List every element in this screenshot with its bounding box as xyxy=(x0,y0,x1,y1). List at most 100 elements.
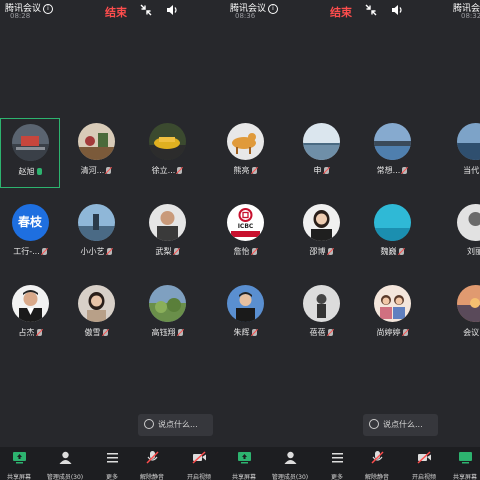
participant-tile[interactable]: 常想... xyxy=(362,118,422,188)
info-icon[interactable]: i xyxy=(43,4,54,14)
participant-name: 占杰 xyxy=(18,328,35,337)
unmute-icon xyxy=(145,451,159,464)
mic-icon xyxy=(398,248,404,255)
avatar xyxy=(456,204,480,241)
participant-tile[interactable]: 申 xyxy=(291,118,351,188)
mic-icon xyxy=(327,329,333,336)
top-bar: 腾讯会议 i 08:28 结束 xyxy=(0,0,225,24)
video-off-icon xyxy=(416,451,431,464)
smile-icon xyxy=(144,419,154,429)
participant-name: 工行-... xyxy=(13,247,40,256)
start-video-button[interactable]: 开启视频 xyxy=(180,450,218,480)
participant-tile[interactable]: 当代... xyxy=(450,118,480,188)
participant-name: 高钰翔 xyxy=(151,328,176,337)
participant-tile[interactable]: 熊亮 xyxy=(225,118,275,188)
participant-name: 常想... xyxy=(376,166,401,175)
mic-icon xyxy=(36,329,42,336)
volume-icon[interactable] xyxy=(165,3,179,17)
manage-members-button[interactable]: 管理成员(30) xyxy=(271,450,309,480)
share-screen-button[interactable]: 共享屏幕 xyxy=(225,450,263,480)
mic-icon xyxy=(251,248,257,255)
participant-name: 魏巍 xyxy=(380,247,397,256)
participant-tile[interactable]: 刘丽 xyxy=(450,199,480,269)
members-icon xyxy=(59,451,71,464)
chat-input[interactable]: 说点什么... xyxy=(138,414,213,436)
unmute-button[interactable]: 解除静音 xyxy=(358,450,396,480)
end-meeting-button[interactable]: 结束 xyxy=(330,4,352,20)
share-screen-icon xyxy=(12,452,26,464)
meeting-screen-3: 腾讯会议 08:32 当代... 刘丽 会议... 共享屏幕 xyxy=(450,0,480,480)
mic-icon xyxy=(402,329,408,336)
participant-name: 赵旭 xyxy=(18,167,35,176)
smile-icon xyxy=(369,419,379,429)
start-video-button[interactable]: 开启视频 xyxy=(405,450,443,480)
shrink-icon[interactable] xyxy=(139,3,153,17)
participant-name: 蓓蓓 xyxy=(309,328,326,337)
avatar xyxy=(302,204,340,241)
participant-tile[interactable]: 尚婷婷 xyxy=(362,280,422,350)
participant-tile[interactable]: 傲雪 xyxy=(66,280,126,350)
participant-tile[interactable]: ICBC 詹怡 xyxy=(225,199,275,269)
avatar xyxy=(373,123,411,160)
mic-icon xyxy=(102,329,108,336)
participant-tile[interactable]: 武梨 xyxy=(137,199,197,269)
participant-tile[interactable]: 占杰 xyxy=(0,280,60,350)
share-screen-button[interactable]: 共享屏幕 xyxy=(450,450,480,480)
participant-name: 朱辉 xyxy=(233,328,250,337)
top-bar: 腾讯会议 i 08:36 结束 xyxy=(225,0,450,24)
end-meeting-button[interactable]: 结束 xyxy=(105,4,127,20)
svg-text:ICBC: ICBC xyxy=(237,223,253,230)
members-icon xyxy=(284,451,296,464)
mic-icon xyxy=(402,167,408,174)
participant-tile[interactable]: 小小艺 xyxy=(66,199,126,269)
participant-name: 詹怡 xyxy=(233,247,250,256)
share-screen-button[interactable]: 共享屏幕 xyxy=(0,450,38,480)
participant-name: 尚婷婷 xyxy=(376,328,401,337)
info-icon[interactable]: i xyxy=(268,4,279,14)
mic-icon xyxy=(177,167,183,174)
participant-name: 小小艺 xyxy=(80,247,105,256)
participant-tile[interactable]: 魏巍 xyxy=(362,199,422,269)
participant-name: 武梨 xyxy=(155,247,172,256)
avatar xyxy=(77,123,115,160)
participant-name: 徐立... xyxy=(151,166,176,175)
participant-tile[interactable]: 邵博 xyxy=(291,199,351,269)
participant-name: 会议... xyxy=(463,328,480,337)
participant-tile[interactable]: 春枝 工行-... xyxy=(0,199,60,269)
avatar xyxy=(456,123,480,160)
avatar xyxy=(77,204,115,241)
manage-members-button[interactable]: 管理成员(30) xyxy=(46,450,84,480)
meeting-time: 08:36 xyxy=(235,12,256,20)
participant-tile[interactable]: 蓓蓓 xyxy=(291,280,351,350)
chat-input[interactable]: 说点什么... xyxy=(363,414,438,436)
share-screen-icon xyxy=(458,452,472,464)
unmute-button[interactable]: 解除静音 xyxy=(133,450,171,480)
mic-icon xyxy=(41,248,47,255)
participant-tile[interactable]: 朱辉 xyxy=(225,280,275,350)
bottom-toolbar: 共享屏幕 管理成员(30) 更多 解除静音 开启视频 xyxy=(0,447,225,480)
more-button[interactable]: 更多 xyxy=(93,450,131,480)
mic-icon xyxy=(251,329,257,336)
page-indicator xyxy=(229,437,257,452)
share-screen-icon xyxy=(237,452,251,464)
avatar xyxy=(373,204,411,241)
mic-icon xyxy=(106,167,112,174)
mic-icon xyxy=(327,248,333,255)
more-button[interactable]: 更多 xyxy=(318,450,356,480)
page-indicator xyxy=(464,437,471,452)
participant-tile[interactable]: 徐立... xyxy=(137,118,197,188)
participant-tile[interactable]: 高钰翔 xyxy=(137,280,197,350)
avatar xyxy=(226,285,264,322)
video-off-icon xyxy=(191,451,206,464)
participant-tile[interactable]: 会议... xyxy=(450,280,480,350)
participant-tile[interactable]: 清河... xyxy=(66,118,126,188)
avatar xyxy=(456,285,480,322)
volume-icon[interactable] xyxy=(390,3,404,17)
mic-icon xyxy=(251,167,257,174)
shrink-icon[interactable] xyxy=(364,3,378,17)
avatar: 春枝 xyxy=(11,204,49,241)
participant-tile[interactable]: 赵旭 xyxy=(0,118,60,188)
mic-icon xyxy=(173,248,179,255)
more-icon xyxy=(331,453,343,463)
participant-name: 熊亮 xyxy=(233,166,250,175)
